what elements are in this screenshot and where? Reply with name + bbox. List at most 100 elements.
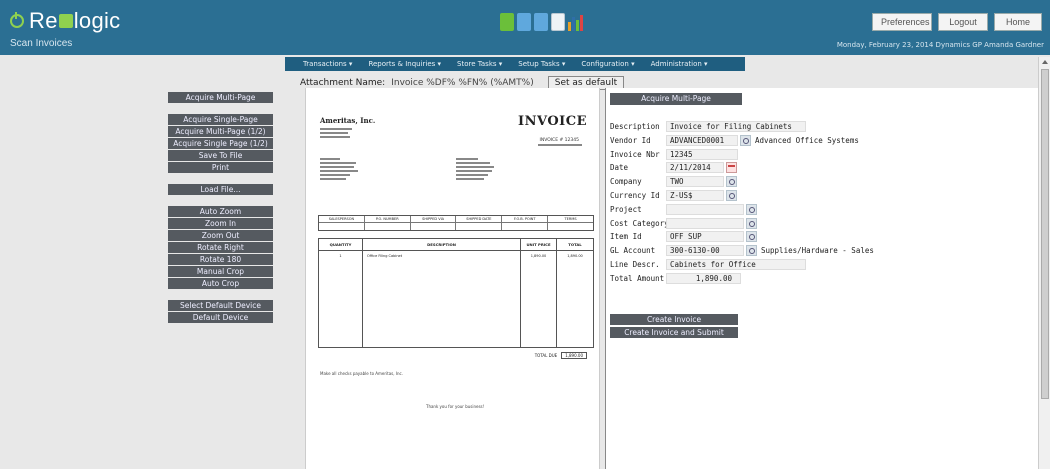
form-row-invoice: Invoice Nbr 12345 bbox=[610, 148, 910, 161]
scroll-up-arrow-icon[interactable] bbox=[1042, 60, 1048, 64]
white-document-icon[interactable] bbox=[551, 13, 565, 31]
form-row-amount: Total Amount 1,890.00 bbox=[610, 272, 910, 285]
date-label: Date bbox=[610, 163, 629, 173]
gl-account-lookup-icon[interactable] bbox=[746, 245, 757, 257]
line-descr-label: Line Descr. bbox=[610, 259, 660, 269]
invoice-thanks: Thank you for your business! bbox=[426, 404, 485, 409]
invoice-form: Description Invoice for Filing Cabinets … bbox=[610, 120, 910, 286]
line-header-quantity: QUANTITY bbox=[319, 239, 363, 250]
shipping-cell bbox=[502, 223, 549, 230]
print-button[interactable]: Print bbox=[168, 162, 273, 173]
shipping-header-cell: SHIPPED DATE bbox=[456, 216, 503, 222]
description-field[interactable]: Invoice for Filing Cabinets bbox=[666, 121, 806, 132]
logout-button[interactable]: Logout bbox=[938, 13, 988, 31]
project-field[interactable] bbox=[666, 203, 744, 215]
brand-pre: Re bbox=[29, 8, 58, 33]
total-due-label: TOTAL DUE bbox=[534, 353, 558, 358]
company-field[interactable]: TWO bbox=[666, 176, 724, 188]
project-lookup-icon[interactable] bbox=[746, 203, 757, 215]
cost-category-label: Cost Category bbox=[610, 218, 669, 228]
home-button[interactable]: Home bbox=[994, 13, 1042, 31]
address-line bbox=[320, 128, 352, 130]
address-line bbox=[320, 178, 346, 180]
nav-setup-tasks[interactable]: Setup Tasks ▾ bbox=[510, 60, 573, 68]
cost-category-lookup-icon[interactable] bbox=[746, 217, 757, 229]
item-id-label: Item Id bbox=[610, 232, 642, 242]
address-line bbox=[320, 158, 340, 160]
project-label: Project bbox=[610, 204, 642, 214]
nav-store-tasks[interactable]: Store Tasks ▾ bbox=[449, 60, 510, 68]
item-id-field[interactable]: OFF SUP bbox=[666, 231, 744, 243]
vendor-name: Advanced Office Systems bbox=[755, 135, 859, 145]
page-scrollbar[interactable] bbox=[1038, 57, 1050, 469]
nav-configuration[interactable]: Configuration ▾ bbox=[573, 60, 642, 68]
gl-account-name: Supplies/Hardware - Sales bbox=[761, 246, 874, 256]
form-row-description: Description Invoice for Filing Cabinets bbox=[610, 120, 910, 133]
rotate-180-button[interactable]: Rotate 180 bbox=[168, 254, 273, 265]
save-to-file-button[interactable]: Save To File bbox=[168, 150, 273, 161]
blue-list-icon[interactable] bbox=[534, 13, 548, 31]
default-device-button[interactable]: Default Device bbox=[168, 312, 273, 323]
power-icon bbox=[10, 12, 24, 28]
gl-account-field[interactable]: 300-6130-00 bbox=[666, 245, 744, 257]
acquire-single-half-button[interactable]: Acquire Single Page (1/2) bbox=[168, 138, 273, 149]
user-info: Monday, February 23, 2014 Dynamics GP Am… bbox=[836, 41, 1044, 49]
app-icons bbox=[500, 13, 584, 31]
form-row-project: Project bbox=[610, 203, 910, 216]
attachment-name-field[interactable]: Invoice %DF% %FN% (%AMT%) bbox=[391, 78, 534, 88]
total-due-value: 1,890.00 bbox=[561, 352, 587, 359]
invoice-total: TOTAL DUE 1,890.00 bbox=[535, 352, 587, 359]
line-quantity: 1 bbox=[319, 251, 363, 347]
invoice-nbr-field[interactable]: 12345 bbox=[666, 148, 738, 160]
create-invoice-submit-button[interactable]: Create Invoice and Submit bbox=[610, 327, 738, 338]
date-field[interactable]: 2/11/2014 bbox=[666, 162, 724, 174]
cost-category-field[interactable] bbox=[666, 217, 744, 229]
currency-lookup-icon[interactable] bbox=[726, 189, 737, 201]
line-descr-field[interactable]: Cabinets for Office bbox=[666, 258, 806, 270]
brand-post: logic bbox=[73, 8, 121, 33]
load-file-button[interactable]: Load File... bbox=[168, 184, 273, 195]
acquire-multi-page-button[interactable]: Acquire Multi-Page bbox=[168, 92, 273, 103]
acquire-multi-half-button[interactable]: Acquire Multi-Page (1/2) bbox=[168, 126, 273, 137]
company-label: Company bbox=[610, 177, 642, 187]
nav-transactions[interactable]: Transactions ▾ bbox=[295, 60, 360, 68]
select-default-device-button[interactable]: Select Default Device bbox=[168, 300, 273, 311]
line-header-description: DESCRIPTION bbox=[363, 239, 521, 250]
shipping-header-cell: SALESPERSON bbox=[319, 216, 365, 222]
shipping-cell bbox=[548, 223, 593, 230]
total-amount-field[interactable]: 1,890.00 bbox=[666, 272, 741, 284]
green-document-icon[interactable] bbox=[500, 13, 514, 31]
zoom-in-button[interactable]: Zoom In bbox=[168, 218, 273, 229]
brand-q-mark bbox=[58, 14, 73, 28]
line-header-unit-price: UNIT PRICE bbox=[521, 239, 557, 250]
preferences-button[interactable]: Preferences bbox=[872, 13, 932, 31]
currency-field[interactable]: Z-US$ bbox=[666, 189, 724, 201]
auto-crop-button[interactable]: Auto Crop bbox=[168, 278, 273, 289]
acquire-multi-page-right-button[interactable]: Acquire Multi-Page bbox=[610, 93, 742, 105]
item-lookup-icon[interactable] bbox=[746, 231, 757, 243]
rotate-right-button[interactable]: Rotate Right bbox=[168, 242, 273, 253]
calendar-icon[interactable] bbox=[726, 162, 737, 174]
vendor-id-field[interactable]: ADVANCED0001 bbox=[666, 134, 738, 146]
zoom-out-button[interactable]: Zoom Out bbox=[168, 230, 273, 241]
address-line bbox=[320, 166, 354, 168]
blue-document-icon[interactable] bbox=[517, 13, 531, 31]
create-invoice-button[interactable]: Create Invoice bbox=[610, 314, 738, 325]
scrollbar-thumb[interactable] bbox=[1041, 69, 1049, 399]
address-line bbox=[456, 158, 478, 160]
auto-zoom-button[interactable]: Auto Zoom bbox=[168, 206, 273, 217]
company-lookup-icon[interactable] bbox=[726, 176, 737, 188]
nav-reports[interactable]: Reports & Inquiries ▾ bbox=[360, 60, 449, 68]
acquire-single-page-button[interactable]: Acquire Single-Page bbox=[168, 114, 273, 125]
manual-crop-button[interactable]: Manual Crop bbox=[168, 266, 273, 277]
shipping-cell bbox=[456, 223, 503, 230]
shipping-cell bbox=[411, 223, 457, 230]
nav-administration[interactable]: Administration ▾ bbox=[643, 60, 716, 68]
line-description: Office Filing Cabinet bbox=[363, 251, 521, 347]
bar-chart-icon[interactable] bbox=[568, 13, 584, 31]
top-buttons: Preferences Logout Home bbox=[872, 13, 1042, 31]
shipping-header-cell: SHIPPED VIA bbox=[411, 216, 457, 222]
reqlogic-logo[interactable]: Re logic bbox=[10, 8, 120, 34]
vendor-lookup-icon[interactable] bbox=[740, 134, 751, 146]
scanned-invoice-viewer[interactable]: Ameritas, Inc. INVOICE INVOICE # 12345 S… bbox=[305, 88, 600, 469]
